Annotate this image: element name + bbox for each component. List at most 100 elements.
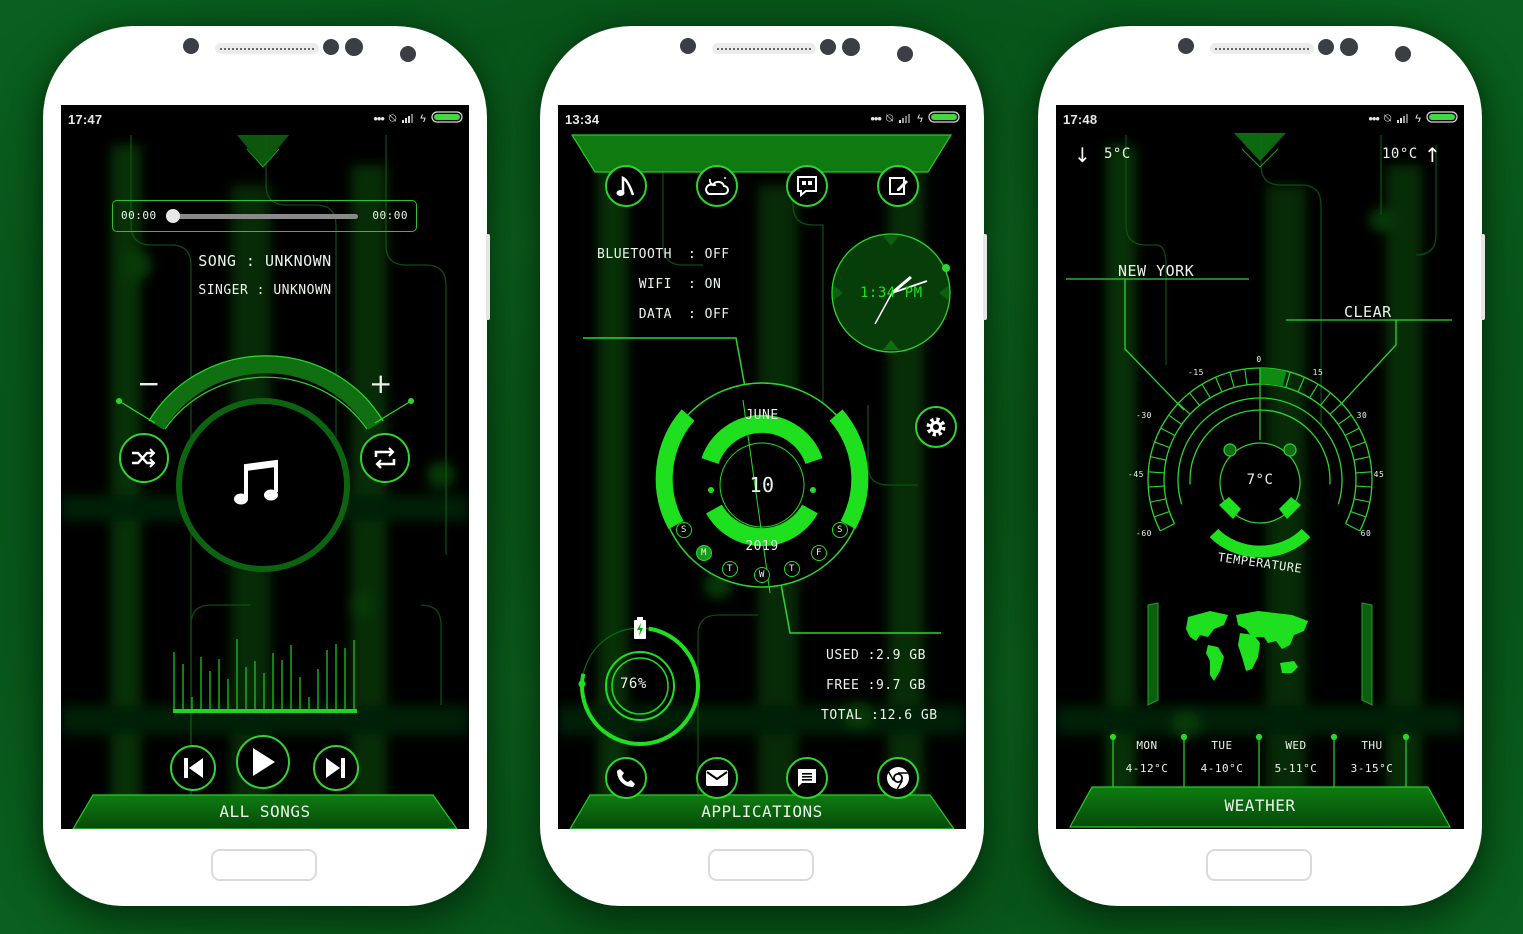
gauge-tick [1309,383,1319,399]
gauge-tick [1154,511,1170,518]
repeat-button[interactable] [360,433,410,483]
all-songs-button[interactable]: ALL SONGS [61,802,469,821]
phone-music: 17:47 ••• ⍉ ϟ 00:00 00:00 SONG : UNKNOWN… [43,26,490,906]
toggle-value[interactable]: : OFF [688,247,730,262]
applications-button[interactable]: APPLICATIONS [558,802,966,821]
weather-app-button[interactable] [696,165,738,207]
gauge-tick [1344,427,1360,437]
gauge-tick-label: 0 [1256,355,1262,364]
storage-used: USED :2.9 GB [826,648,926,663]
proximity-sensor [400,46,416,62]
seek-bar-thumb[interactable] [166,209,180,223]
quote-chat-icon [797,176,817,197]
status-time: 17:47 [68,112,103,127]
skip-previous-icon [184,758,203,778]
volume-up-button[interactable]: + [369,367,392,400]
forecast-range: 3-15°C [1350,762,1394,775]
gauge-tick [1215,376,1223,393]
gauge-tick-label: -15 [1188,368,1204,377]
side-button [983,234,987,320]
charging-bolt-icon: ϟ [917,112,923,125]
weather-condition: CLEAR [1344,303,1392,321]
phone-weather: 17:48 ••• ⍉ ϟ ↓ 5°C 10°C ↑ NEW YORK CLEA… [1038,26,1485,906]
hangouts-app-button[interactable] [786,165,828,207]
notes-app-button[interactable] [877,165,919,207]
gauge-tick [1168,414,1183,425]
skip-next-icon [326,758,345,778]
home-button[interactable] [1206,849,1312,881]
toggle-label: BLUETOOTH [597,247,672,262]
song-title: SONG : UNKNOWN [198,252,332,270]
forecast-range: 5-11°C [1274,762,1318,775]
circuit-background [1056,133,1464,828]
storage-free: FREE :9.7 GB [826,678,926,693]
singer-name: SINGER : UNKNOWN [198,283,332,298]
earpiece-speaker [215,43,319,54]
front-sensor [1178,38,1194,54]
gauge-tick [1353,456,1370,461]
gauge-tick [1329,402,1343,415]
seek-bar-track[interactable] [173,214,358,219]
forecast-range: 4-10°C [1200,762,1244,775]
chrome-app-button[interactable] [877,757,919,799]
mail-icon [706,770,728,786]
front-sensor [820,39,836,55]
battery-icon [928,111,960,126]
proximity-sensor [1395,46,1411,62]
music-note-icon [232,458,282,510]
toggle-label: WIFI [638,277,672,292]
shuffle-button[interactable] [119,433,169,483]
gauge-tick [1319,392,1331,406]
play-button[interactable] [236,735,290,789]
more-dots-icon: ••• [373,111,385,126]
screen: 13:34 ••• ⍉ ϟ BLUETOOTH: OFF WIFI: ON DATA… [558,105,966,829]
phone-app-button[interactable] [605,757,647,799]
vibrate-off-icon: ⍉ [1383,111,1392,125]
music-app-button[interactable] [605,165,647,207]
weather-button[interactable]: WEATHER [1056,796,1464,815]
toggle-value[interactable]: : OFF [688,307,730,322]
status-bar: 17:48 ••• ⍉ ϟ [1056,105,1464,133]
forecast-day: WED 5-11°C [1266,739,1326,775]
weekday-5: F [811,545,827,561]
city-name: NEW YORK [1118,262,1195,280]
gauge-tick-label: -30 [1136,411,1152,420]
weekday-2: T [722,561,738,577]
next-button[interactable] [313,745,359,791]
toggle-value[interactable]: : ON [688,277,721,292]
email-app-button[interactable] [696,757,738,799]
front-camera [345,38,363,56]
arrow-up-icon: ↑ [1424,143,1441,167]
battery-percent: 76% [620,676,647,692]
status-time: 17:48 [1063,112,1098,127]
gauge-tick [1244,368,1248,385]
gauge-tick-label: -60 [1136,529,1152,538]
forecast-day-name: MON [1136,739,1158,752]
low-temperature: 5°C [1104,146,1131,162]
forecast-day: MON 4-12°C [1117,739,1177,775]
home-button[interactable] [708,849,814,881]
gauge-tick [1353,498,1370,503]
gauge-tick [1177,402,1191,415]
front-sensor [183,38,199,54]
gauge-tick [1154,441,1170,448]
home-button[interactable] [211,849,317,881]
current-temperature: 7°C [1246,472,1274,488]
duration-time: 00:00 [372,209,408,222]
forecast-day-name: TUE [1211,739,1233,752]
temperature-gauge [1147,367,1373,558]
calendar-year: 2019 [745,539,779,554]
battery-icon [1426,111,1458,126]
front-sensor [1318,39,1334,55]
charging-bolt-icon: ϟ [1415,112,1421,125]
signal-icon [898,111,912,126]
front-sensor [680,38,696,54]
volume-down-button[interactable]: − [137,367,160,400]
previous-button[interactable] [170,745,216,791]
signal-icon [401,111,415,126]
screen: 17:47 ••• ⍉ ϟ 00:00 00:00 SONG : UNKNOWN… [61,105,469,829]
toggle-label: DATA [638,307,672,322]
forecast-day-name: THU [1361,739,1383,752]
messages-app-button[interactable] [786,757,828,799]
gauge-tick-label: 15 [1312,368,1324,377]
